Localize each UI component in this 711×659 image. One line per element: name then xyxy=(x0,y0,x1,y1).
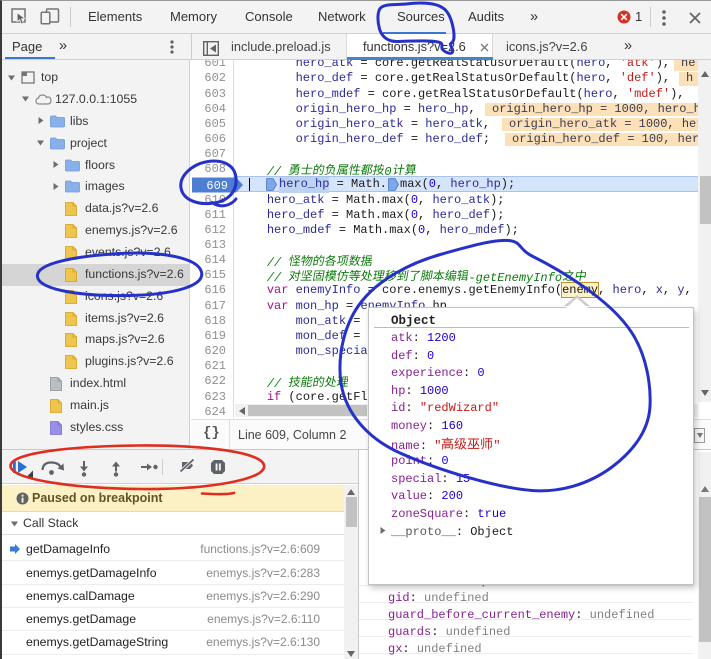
svg-text:609: 609 xyxy=(206,180,228,194)
